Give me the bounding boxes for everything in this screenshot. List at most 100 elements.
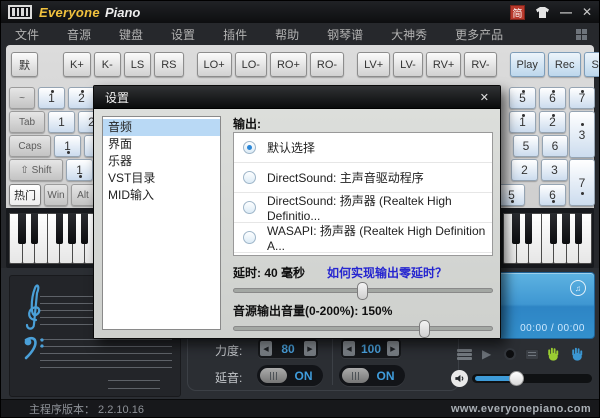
rec-button[interactable]: Rec	[548, 52, 582, 77]
menu-help[interactable]: 帮助	[261, 26, 313, 43]
record-icon[interactable]	[504, 348, 516, 360]
dialog-title-bar[interactable]: 设置 ✕	[94, 86, 500, 109]
note-key[interactable]: 3	[541, 159, 568, 181]
stepper-right-arrow-icon[interactable]: ▶	[304, 341, 316, 356]
layout-grid-icon[interactable]	[576, 29, 589, 40]
note-key[interactable]: 2	[539, 111, 566, 133]
master-volume-slider[interactable]	[472, 374, 592, 383]
nav-item-interface[interactable]: 界面	[103, 136, 220, 153]
latency-slider[interactable]	[233, 288, 493, 293]
note-key[interactable]: 6	[539, 184, 566, 206]
note-key[interactable]: 1	[38, 87, 65, 109]
volume-thumb[interactable]	[509, 371, 524, 386]
menu-sound-source[interactable]: 音源	[53, 26, 105, 43]
stepper-left-arrow-icon[interactable]: ◀	[343, 341, 355, 356]
left-hand-icon[interactable]	[546, 346, 561, 361]
zero-latency-link[interactable]: 如何实现输出零延时？	[327, 264, 447, 281]
menu-settings[interactable]: 设置	[157, 26, 209, 43]
radio-selected-icon[interactable]	[243, 141, 256, 154]
key-alt[interactable]: Alt	[71, 184, 95, 206]
note-key[interactable]: 2	[68, 87, 95, 109]
stepper-right-arrow-icon[interactable]: ▶	[387, 341, 399, 356]
sustain-toggle-left[interactable]: ON	[257, 365, 323, 386]
menu-file[interactable]: 文件	[1, 26, 53, 43]
stepper-left-arrow-icon[interactable]: ◀	[260, 341, 272, 356]
latency-slider-thumb[interactable]	[357, 282, 368, 300]
radio-icon[interactable]	[243, 171, 256, 184]
minimize-button[interactable]: —	[560, 6, 572, 18]
key-shift[interactable]: ⇧ Shift	[9, 159, 63, 181]
lo-minus-button[interactable]: LO-	[235, 52, 267, 77]
lv-plus-button[interactable]: LV+	[357, 52, 390, 77]
nav-item-audio[interactable]: 音频	[103, 119, 220, 136]
menu-plugins[interactable]: 插件	[209, 26, 261, 43]
radio-icon[interactable]	[243, 201, 256, 214]
nav-item-midi-input[interactable]: MID输入	[103, 187, 220, 204]
note-key[interactable]: 1	[48, 111, 75, 133]
key-down-button[interactable]: K-	[94, 52, 121, 77]
note-key[interactable]: 1	[54, 135, 81, 157]
velocity-stepper-right[interactable]: ◀ 100 ▶	[341, 339, 401, 358]
key-win[interactable]: Win	[44, 184, 68, 206]
lo-plus-button[interactable]: LO+	[197, 52, 232, 77]
key-tilde[interactable]: ~	[9, 87, 35, 109]
menu-keyboard[interactable]: 键盘	[105, 26, 157, 43]
piano-keys-right[interactable]	[503, 213, 591, 264]
time-display: 00:00 / 00:00	[520, 323, 585, 334]
sustain-toggle-right[interactable]: ON	[339, 365, 405, 386]
nav-item-instrument[interactable]: 乐器	[103, 153, 220, 170]
note-key[interactable]: 1	[509, 111, 536, 133]
piano-keys-left[interactable]	[9, 213, 97, 264]
radio-icon[interactable]	[243, 231, 256, 244]
menu-more-products[interactable]: 更多产品	[441, 26, 517, 43]
note-key[interactable]: 6	[539, 87, 566, 109]
key-up-button[interactable]: K+	[63, 52, 91, 77]
velocity-stepper-left[interactable]: ◀ 80 ▶	[258, 339, 318, 358]
note-key[interactable]: 2	[511, 159, 538, 181]
dialog-close-icon[interactable]: ✕	[480, 91, 489, 104]
close-button[interactable]: ✕	[582, 6, 592, 18]
octave-dot-above	[552, 114, 555, 117]
note-key[interactable]: 5	[498, 184, 525, 206]
source-volume-slider[interactable]	[233, 326, 493, 331]
language-badge[interactable]: 简	[510, 5, 525, 20]
right-hand-icon[interactable]	[570, 346, 585, 361]
midi-display-icon[interactable]	[525, 349, 539, 360]
note-key[interactable]: 7	[569, 159, 595, 206]
note-key[interactable]: 6	[542, 135, 568, 157]
play-button[interactable]: Play	[510, 52, 545, 77]
note-key[interactable]: 7	[569, 87, 595, 109]
menu-piano-score[interactable]: 钢琴谱	[313, 26, 377, 43]
key-tab[interactable]: Tab	[9, 111, 45, 133]
playlist-icon[interactable]	[457, 349, 472, 360]
dialog-body: 音频 界面 乐器 VST目录 MID输入 输出: 默认选择 DirectSoun…	[94, 109, 500, 338]
output-option-directsound-primary[interactable]: DirectSound: 主声音驱动程序	[234, 163, 492, 193]
key-caps[interactable]: Caps	[9, 135, 51, 157]
ro-minus-button[interactable]: RO-	[310, 52, 344, 77]
output-option-directsound-speakers[interactable]: DirectSound: 扬声器 (Realtek High Definitio…	[234, 193, 492, 223]
key-hot[interactable]: 热门	[9, 184, 41, 206]
output-option-wasapi-speakers[interactable]: WASAPI: 扬声器 (Realtek High Definition A..…	[234, 223, 492, 253]
menu-master-show[interactable]: 大神秀	[377, 26, 441, 43]
default-button[interactable]: 默	[11, 52, 38, 77]
note-key[interactable]: 1	[66, 159, 93, 181]
note-key[interactable]: 5	[509, 87, 536, 109]
ls-button[interactable]: LS	[124, 52, 151, 77]
source-volume-slider-thumb[interactable]	[419, 320, 430, 338]
note-key[interactable]: 3	[569, 111, 595, 158]
skin-icon[interactable]	[535, 6, 550, 19]
rv-minus-button[interactable]: RV-	[464, 52, 496, 77]
note-key[interactable]: 5	[513, 135, 539, 157]
speaker-icon[interactable]	[451, 370, 468, 387]
rv-plus-button[interactable]: RV+	[426, 52, 462, 77]
output-option-default[interactable]: 默认选择	[234, 133, 492, 163]
lv-minus-button[interactable]: LV-	[393, 52, 423, 77]
rs-button[interactable]: RS	[154, 52, 183, 77]
nav-item-vst-directory[interactable]: VST目录	[103, 170, 220, 187]
octave-dot-below	[511, 200, 514, 203]
sustain-state-left: ON	[287, 369, 320, 383]
play-icon[interactable]: ▶	[482, 348, 491, 360]
stop-button[interactable]: Stop	[584, 52, 600, 77]
octave-dot-below	[581, 192, 584, 195]
ro-plus-button[interactable]: RO+	[270, 52, 307, 77]
